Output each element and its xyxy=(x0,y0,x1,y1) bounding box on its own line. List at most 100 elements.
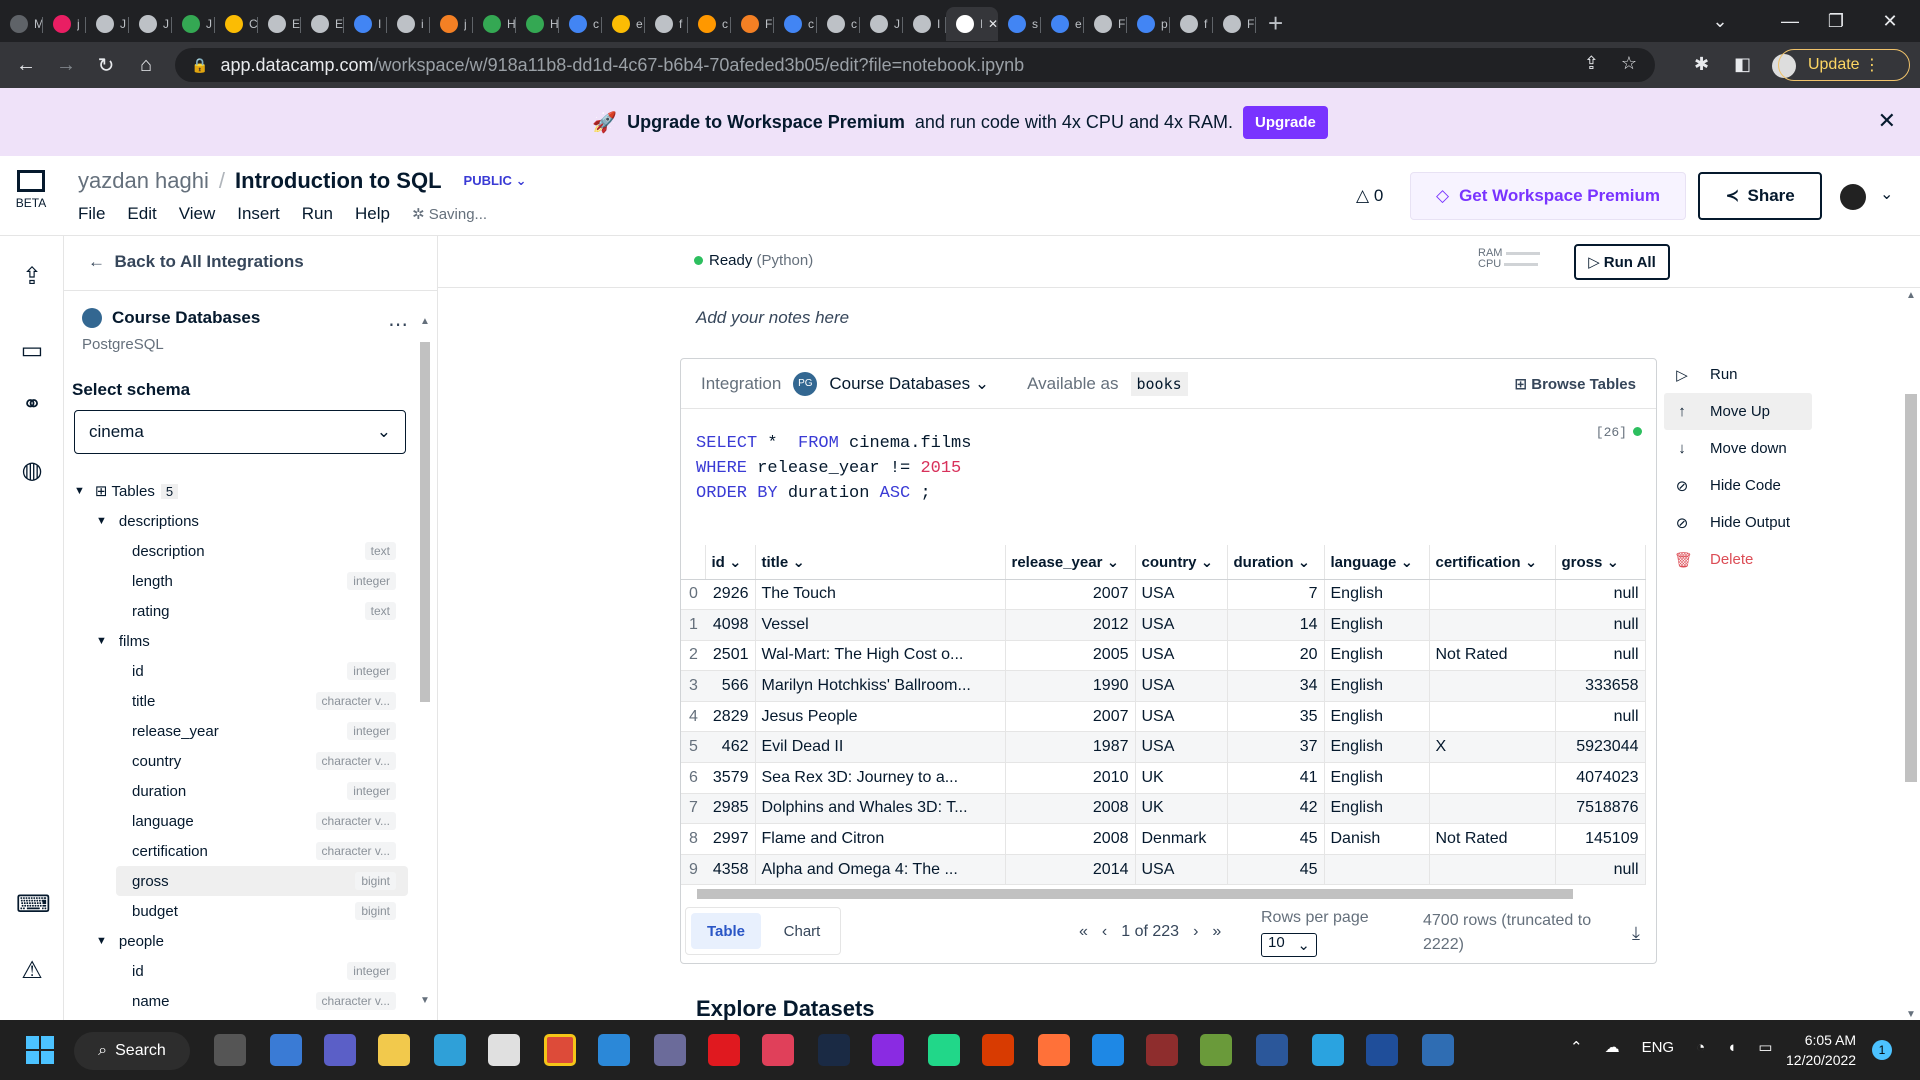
tree-column-item[interactable]: id integer xyxy=(64,956,408,986)
scrollbar-thumb[interactable] xyxy=(697,889,1573,899)
browser-tab[interactable]: I xyxy=(903,7,946,41)
back-arrow-icon[interactable]: ← xyxy=(6,45,46,85)
hide-output-button[interactable]: ⊘ Hide Output xyxy=(1664,504,1824,541)
browser-tab[interactable]: J xyxy=(172,7,215,41)
user-avatar[interactable] xyxy=(1840,184,1866,210)
run-all-button[interactable]: ▷ Run All xyxy=(1574,244,1670,280)
tree-column-item[interactable]: gross bigint xyxy=(116,866,408,896)
first-page-icon[interactable]: « xyxy=(1079,923,1088,941)
taskbar-clock[interactable]: 6:05 AM 12/20/2022 xyxy=(1786,1030,1856,1070)
tab-search-chevron-icon[interactable]: ⌄ xyxy=(1690,0,1750,42)
browser-tab[interactable]: i xyxy=(387,7,430,41)
rows-per-page-select[interactable]: 10 ⌄ xyxy=(1261,933,1317,957)
extensions-puzzle-icon[interactable]: ✱ xyxy=(1694,54,1709,75)
browse-tables-button[interactable]: ⊞ Browse Tables xyxy=(1514,375,1636,393)
bookmark-star-icon[interactable]: ☆ xyxy=(1621,53,1637,74)
teams-icon[interactable] xyxy=(324,1034,356,1066)
tree-table-node[interactable]: ▼ descriptions xyxy=(64,506,408,536)
cell-run-button[interactable]: ▷ Run xyxy=(1664,356,1824,393)
browser-update-button[interactable]: Update ⋮ xyxy=(1778,49,1910,81)
column-header[interactable]: language ⌄ xyxy=(1324,545,1430,580)
vscode-icon[interactable] xyxy=(598,1034,630,1066)
browser-tab[interactable]: j xyxy=(43,7,86,41)
tree-column-item[interactable]: description text xyxy=(64,536,408,566)
browser-tab[interactable]: M xyxy=(0,7,43,41)
browser-tab[interactable]: I xyxy=(344,7,387,41)
integrations-icon[interactable]: ⚭ xyxy=(16,390,48,422)
tab-table[interactable]: Table xyxy=(691,913,761,949)
tab-chart[interactable]: Chart xyxy=(767,913,837,949)
sql-cell[interactable]: Integration PG Course Databases ⌄ Availa… xyxy=(680,358,1657,964)
firefox-icon[interactable] xyxy=(1038,1034,1070,1066)
browser-tab[interactable]: e xyxy=(602,7,645,41)
browser-tab[interactable]: e xyxy=(1041,7,1084,41)
tree-column-item[interactable]: release_year integer xyxy=(64,716,408,746)
tree-column-item[interactable]: language character v... xyxy=(64,806,408,836)
delete-cell-button[interactable]: 🗑 Delete xyxy=(1664,541,1824,578)
column-header[interactable]: gross ⌄ xyxy=(1555,545,1646,580)
visibility-dropdown[interactable]: PUBLIC ⌄ xyxy=(464,173,527,189)
restore-button[interactable]: ❐ xyxy=(1806,0,1866,42)
winrar-icon[interactable] xyxy=(1146,1034,1178,1066)
browser-tab[interactable]: J xyxy=(860,7,903,41)
tree-column-item[interactable]: budget bigint xyxy=(64,896,408,926)
photos-icon[interactable] xyxy=(1422,1034,1454,1066)
photoshop-icon[interactable] xyxy=(818,1034,850,1066)
file-explorer-icon[interactable] xyxy=(378,1034,410,1066)
scroll-up-icon[interactable]: ▲ xyxy=(420,316,430,327)
browser-tab[interactable]: C xyxy=(215,7,258,41)
warnings-indicator[interactable]: △ 0 xyxy=(1356,186,1383,206)
menu-file[interactable]: File xyxy=(78,204,105,224)
share-page-icon[interactable]: ⇪ xyxy=(1584,53,1599,74)
taskbar-search[interactable]: ⌕ Search xyxy=(74,1032,190,1070)
tree-column-item[interactable]: country character v... xyxy=(64,746,408,776)
sql-editor[interactable]: SELECT * FROM cinema.films WHERE release_… xyxy=(696,431,971,506)
notebook-title[interactable]: Introduction to SQL xyxy=(235,168,442,194)
share-button[interactable]: ≺ Share xyxy=(1698,172,1822,220)
download-icon[interactable]: ⤓ xyxy=(1632,923,1640,944)
browser-tab[interactable]: E xyxy=(258,7,301,41)
publish-icon[interactable]: ⇪ xyxy=(16,262,48,294)
browser-tab[interactable]: f xyxy=(645,7,688,41)
browser-tab[interactable]: H xyxy=(473,7,516,41)
windows-start-icon[interactable] xyxy=(26,1036,54,1064)
back-to-integrations-link[interactable]: ← Back to All Integrations xyxy=(88,252,304,272)
avatar-chevron-down-icon[interactable]: ⌄ xyxy=(1880,184,1893,204)
scrollbar-thumb[interactable] xyxy=(420,342,430,702)
forward-arrow-icon[interactable]: → xyxy=(46,45,86,85)
office-icon[interactable] xyxy=(982,1034,1014,1066)
prev-page-icon[interactable]: ‹ xyxy=(1102,923,1107,941)
menu-edit[interactable]: Edit xyxy=(127,204,156,224)
menu-run[interactable]: Run xyxy=(302,204,333,224)
home-icon[interactable]: ⌂ xyxy=(126,45,166,85)
url-field[interactable]: 🔒 app.datacamp.com/workspace/w/918a11b8-… xyxy=(175,48,1655,82)
browser-tab[interactable]: F xyxy=(1213,7,1256,41)
menu-help[interactable]: Help xyxy=(355,204,390,224)
scroll-up-icon[interactable]: ▲ xyxy=(1906,290,1916,301)
workspace-logo[interactable]: BETA xyxy=(14,170,48,210)
get-premium-button[interactable]: ◇ Get Workspace Premium xyxy=(1410,172,1686,220)
tree-column-item[interactable]: duration integer xyxy=(64,776,408,806)
task-view-icon[interactable] xyxy=(214,1034,246,1066)
tree-tables-node[interactable]: ▼ ⊞ Tables 5 xyxy=(64,476,408,506)
notes-placeholder[interactable]: Add your notes here xyxy=(696,308,849,328)
close-window-button[interactable]: ✕ xyxy=(1860,0,1920,42)
volume-icon[interactable]: ◖ xyxy=(1727,1039,1736,1056)
browser-tab[interactable]: E xyxy=(301,7,344,41)
notepad-icon[interactable] xyxy=(1200,1034,1232,1066)
store-icon[interactable] xyxy=(488,1034,520,1066)
environment-globe-icon[interactable]: ◍ xyxy=(16,456,48,488)
word-icon[interactable] xyxy=(1256,1034,1288,1066)
chevron-up-icon[interactable]: ⌃ xyxy=(1570,1038,1583,1056)
close-banner-icon[interactable]: ✕ xyxy=(1878,108,1896,134)
schema-select[interactable]: cinema ⌄ xyxy=(74,410,406,454)
alert-icon[interactable]: ⚠ xyxy=(16,956,48,988)
new-tab-plus-icon[interactable]: + xyxy=(1268,8,1283,39)
tree-table-node[interactable]: ▼ people xyxy=(64,926,408,956)
browser-tab[interactable]: s xyxy=(998,7,1041,41)
hide-code-button[interactable]: ⊘ Hide Code xyxy=(1664,467,1824,504)
browser-tab[interactable]: c xyxy=(559,7,602,41)
cell-move-down-button[interactable]: ↓ Move down xyxy=(1664,430,1824,467)
side-panel-scrollbar[interactable]: ▲ ▼ xyxy=(418,316,432,1006)
tree-column-item[interactable]: rating text xyxy=(64,596,408,626)
